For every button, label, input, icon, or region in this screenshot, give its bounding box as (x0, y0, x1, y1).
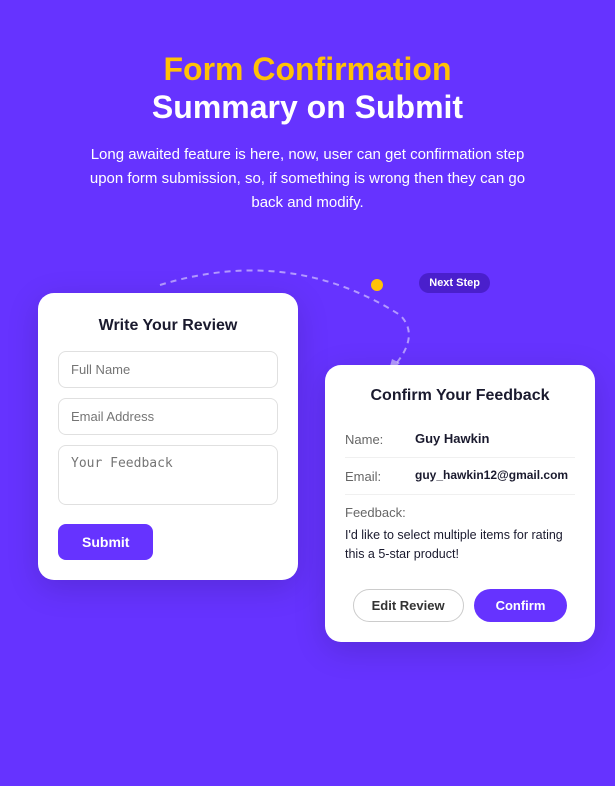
orange-dot-icon (371, 279, 383, 291)
email-input[interactable] (58, 398, 278, 435)
confirm-email-row: Email: guy_hawkin12@gmail.com (345, 458, 575, 495)
confirm-buttons-row: Edit Review Confirm (345, 589, 575, 622)
submit-button[interactable]: Submit (58, 524, 153, 560)
edit-review-button[interactable]: Edit Review (353, 589, 464, 622)
header-subtitle: Long awaited feature is here, now, user … (78, 143, 538, 215)
page-header: Form Confirmation Summary on Submit Long… (38, 0, 578, 235)
confirm-feedback-section: Feedback: I'd like to select multiple it… (345, 495, 575, 590)
full-name-input[interactable] (58, 351, 278, 388)
cards-area: Next Step Write Your Review Submit Confi… (0, 245, 615, 786)
confirm-feedback-label: Feedback: (345, 505, 575, 520)
confirm-email-value: guy_hawkin12@gmail.com (415, 468, 568, 482)
header-title-white: Summary on Submit (78, 88, 538, 126)
confirm-card-title: Confirm Your Feedback (345, 387, 575, 405)
confirm-email-label: Email: (345, 468, 415, 484)
confirm-card: Confirm Your Feedback Name: Guy Hawkin E… (325, 365, 595, 643)
confirm-name-value: Guy Hawkin (415, 431, 489, 446)
form-card-title: Write Your Review (58, 317, 278, 335)
confirm-name-row: Name: Guy Hawkin (345, 421, 575, 458)
confirm-button[interactable]: Confirm (474, 589, 568, 622)
next-step-badge: Next Step (419, 273, 490, 293)
confirm-feedback-text: I'd like to select multiple items for ra… (345, 526, 575, 564)
header-title-yellow: Form Confirmation (78, 50, 538, 88)
feedback-textarea[interactable] (58, 445, 278, 505)
form-card: Write Your Review Submit (38, 293, 298, 580)
confirm-name-label: Name: (345, 431, 415, 447)
